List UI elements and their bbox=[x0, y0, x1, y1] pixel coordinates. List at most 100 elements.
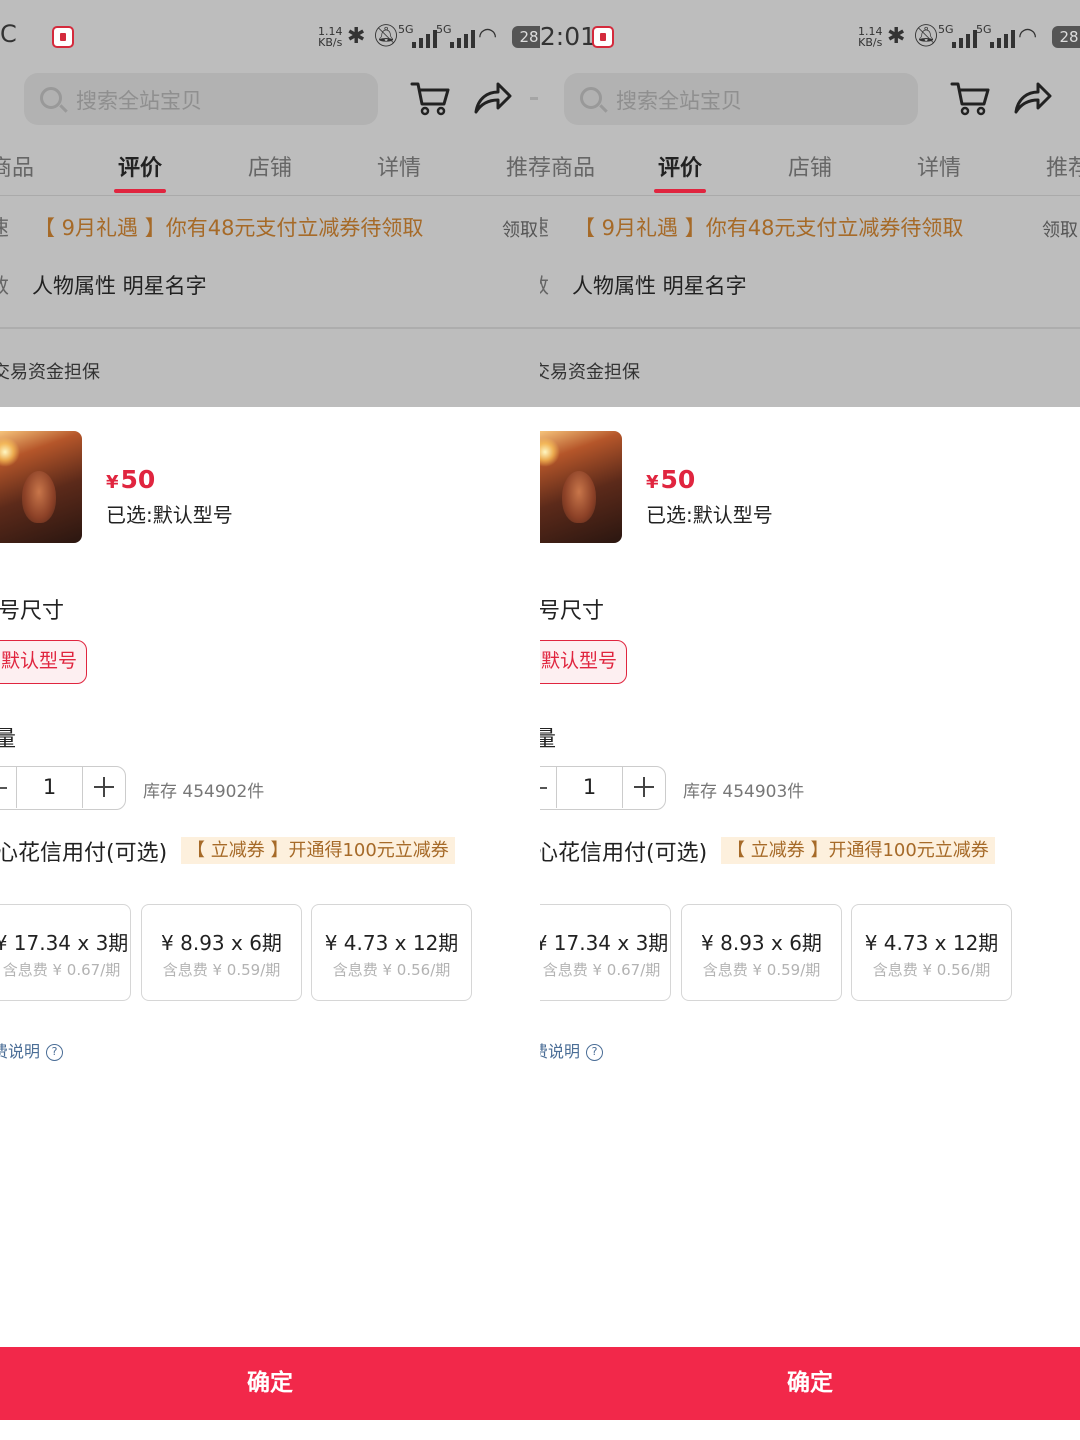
promo-row[interactable]: 速 【 9月礼遇 】你有48元支付立减券待领取 领取 bbox=[540, 212, 1080, 242]
wifi-icon: ◠ bbox=[1018, 24, 1038, 49]
sku-selector-sheet: ¥50 已选:默认型号 号尺寸 默认型号 量 1 库存 454903件 心花信用… bbox=[540, 407, 1080, 1440]
variant-chip-default[interactable]: 默认型号 bbox=[540, 640, 627, 684]
share-icon[interactable] bbox=[472, 80, 512, 116]
promo-row[interactable]: 速 【 9月礼遇 】你有48元支付立减券待领取 领取 bbox=[0, 212, 540, 242]
promo-claim-link[interactable]: 领取 bbox=[1042, 216, 1078, 242]
confirm-button[interactable]: 确定 bbox=[540, 1347, 1080, 1420]
section-divider bbox=[540, 327, 1080, 329]
promo-claim-link[interactable]: 领取 bbox=[502, 216, 538, 242]
plus-icon[interactable] bbox=[622, 767, 665, 808]
installment-plan-3[interactable]: ¥ 17.34 x 3期 含息费 ¥ 0.67/期 bbox=[540, 904, 671, 1001]
attribute-prefix: 数 bbox=[0, 270, 9, 300]
plan-fee: 含息费 ¥ 0.67/期 bbox=[2, 961, 121, 979]
tab-reviews[interactable]: 评价 bbox=[658, 150, 702, 182]
product-thumbnail bbox=[0, 431, 82, 543]
panel-left: C 1.14 KB/s ✱ 🔕︎ 5G 5G ◠ 28 搜索全站宝贝 商品 评价… bbox=[0, 0, 540, 1440]
minus-icon[interactable] bbox=[0, 767, 17, 808]
search-placeholder: 搜索全站宝贝 bbox=[76, 89, 202, 113]
tab-details[interactable]: 详情 bbox=[917, 150, 961, 182]
mute-icon: 🔕︎ bbox=[372, 24, 400, 49]
installment-plan-12[interactable]: ¥ 4.73 x 12期 含息费 ¥ 0.56/期 bbox=[851, 904, 1012, 1001]
status-left-char: C bbox=[0, 20, 17, 48]
fee-explanation-text: 费说明 bbox=[0, 1042, 41, 1061]
fee-explanation-link[interactable]: 费说明? bbox=[540, 1038, 604, 1062]
plan-fee: 含息费 ¥ 0.56/期 bbox=[332, 961, 451, 979]
tab-shop[interactable]: 店铺 bbox=[248, 150, 292, 182]
size-section-title: 号尺寸 bbox=[540, 599, 605, 624]
tab-shop[interactable]: 店铺 bbox=[788, 150, 832, 182]
cart-icon[interactable] bbox=[410, 80, 450, 116]
attribute-text: 人物属性 明星名字 bbox=[572, 274, 747, 298]
product-price: ¥50 bbox=[106, 465, 156, 494]
variant-chip-default[interactable]: 默认型号 bbox=[0, 640, 87, 684]
clock: 22:01 bbox=[540, 22, 597, 51]
battery-icon: 28 bbox=[1052, 26, 1080, 48]
quantity-stepper: 1 bbox=[0, 766, 126, 810]
plan-amount: ¥ 8.93 x 6期 bbox=[701, 931, 822, 955]
help-icon: ? bbox=[46, 1044, 64, 1061]
selected-variant: 已选:默认型号 bbox=[646, 503, 773, 527]
plus-icon[interactable] bbox=[82, 767, 125, 808]
quantity-section-title: 量 bbox=[0, 727, 17, 752]
share-icon[interactable] bbox=[1012, 80, 1052, 116]
promo-text: 【 9月礼遇 】你有48元支付立减券待领取 bbox=[574, 216, 964, 240]
tab-divider bbox=[540, 195, 1080, 196]
status-bar: C 1.14 KB/s ✱ 🔕︎ 5G 5G ◠ 28 bbox=[0, 14, 540, 58]
confirm-button[interactable]: 确定 bbox=[0, 1347, 540, 1420]
stock-count: 库存 454903件 bbox=[683, 782, 805, 802]
search-bar[interactable]: 搜索全站宝贝 bbox=[564, 73, 918, 125]
battery-icon: 28 bbox=[512, 26, 540, 48]
attribute-text: 人物属性 明星名字 bbox=[32, 274, 207, 298]
tab-reviews[interactable]: 评价 bbox=[118, 150, 162, 182]
sku-selector-sheet: ¥50 已选:默认型号 号尺寸 默认型号 量 1 库存 454902件 心花信用… bbox=[0, 407, 540, 1440]
search-icon bbox=[40, 87, 62, 109]
guarantee-text: 交易资金担保 bbox=[0, 362, 100, 383]
wifi-icon: ◠ bbox=[478, 24, 498, 49]
quantity-value[interactable]: 1 bbox=[557, 767, 622, 808]
selected-variant: 已选:默认型号 bbox=[106, 503, 233, 527]
product-thumbnail bbox=[540, 431, 622, 543]
panel-right: 22:01 1.14KB/s ✱ 🔕︎ 5G 5G ◠ 28 搜索全站宝贝 bbox=[540, 0, 1080, 1440]
plan-amount: ¥ 17.34 x 3期 bbox=[0, 931, 129, 955]
bluetooth-icon: ✱ bbox=[887, 24, 906, 49]
tab-recommended-products[interactable]: 推荐商品 bbox=[540, 150, 595, 182]
search-icon bbox=[580, 87, 602, 109]
attribute-row: 数 人物属性 明星名字 bbox=[0, 270, 540, 300]
attribute-row: 数 人物属性 明星名字 bbox=[540, 270, 1080, 300]
tab-products[interactable]: 商品 bbox=[0, 150, 34, 182]
network-speed: 1.14 KB/s bbox=[318, 25, 343, 49]
signal-icon-2 bbox=[990, 28, 1015, 48]
tab-recommended[interactable]: 推荐商品 bbox=[506, 150, 540, 182]
status-bar: 22:01 1.14KB/s ✱ 🔕︎ 5G 5G ◠ 28 bbox=[540, 14, 1080, 58]
search-bar[interactable]: 搜索全站宝贝 bbox=[24, 73, 378, 125]
fee-explanation-link[interactable]: 费说明? bbox=[0, 1038, 64, 1062]
tab-recommended[interactable]: 推荐 bbox=[1046, 150, 1080, 182]
more-indicator-icon bbox=[530, 97, 538, 100]
attribute-prefix: 数 bbox=[540, 270, 549, 300]
tab-active-indicator bbox=[114, 189, 166, 193]
promo-prefix: 速 bbox=[0, 212, 9, 242]
minus-icon[interactable] bbox=[540, 767, 557, 808]
plan-fee: 含息费 ¥ 0.67/期 bbox=[542, 961, 661, 979]
plan-amount: ¥ 8.93 x 6期 bbox=[161, 931, 282, 955]
installment-plan-3[interactable]: ¥ 17.34 x 3期 含息费 ¥ 0.67/期 bbox=[0, 904, 131, 1001]
promo-text: 【 9月礼遇 】你有48元支付立减券待领取 bbox=[34, 216, 424, 240]
dimmed-product-page: C 1.14 KB/s ✱ 🔕︎ 5G 5G ◠ 28 搜索全站宝贝 商品 评价… bbox=[0, 0, 540, 407]
quantity-value[interactable]: 1 bbox=[17, 767, 82, 808]
installment-plan-6[interactable]: ¥ 8.93 x 6期 含息费 ¥ 0.59/期 bbox=[141, 904, 302, 1001]
tab-divider bbox=[0, 195, 540, 196]
guarantee-text: 交易资金担保 bbox=[540, 362, 640, 383]
coupon-badge: 【 立减券 】开通得100元立减券 bbox=[721, 837, 995, 864]
credit-pay-title: 心花信用付(可选) bbox=[540, 841, 708, 866]
plan-fee: 含息费 ¥ 0.56/期 bbox=[872, 961, 991, 979]
mute-icon: 🔕︎ bbox=[912, 24, 940, 49]
plan-fee: 含息费 ¥ 0.59/期 bbox=[702, 961, 821, 979]
plan-fee: 含息费 ¥ 0.59/期 bbox=[162, 961, 281, 979]
installment-plan-12[interactable]: ¥ 4.73 x 12期 含息费 ¥ 0.56/期 bbox=[311, 904, 472, 1001]
tab-details[interactable]: 详情 bbox=[377, 150, 421, 182]
network-speed: 1.14 KB/s bbox=[858, 25, 883, 49]
signal-icon-2 bbox=[450, 28, 475, 48]
search-placeholder: 搜索全站宝贝 bbox=[616, 89, 742, 113]
cart-icon[interactable] bbox=[950, 80, 990, 116]
installment-plan-6[interactable]: ¥ 8.93 x 6期 含息费 ¥ 0.59/期 bbox=[681, 904, 842, 1001]
